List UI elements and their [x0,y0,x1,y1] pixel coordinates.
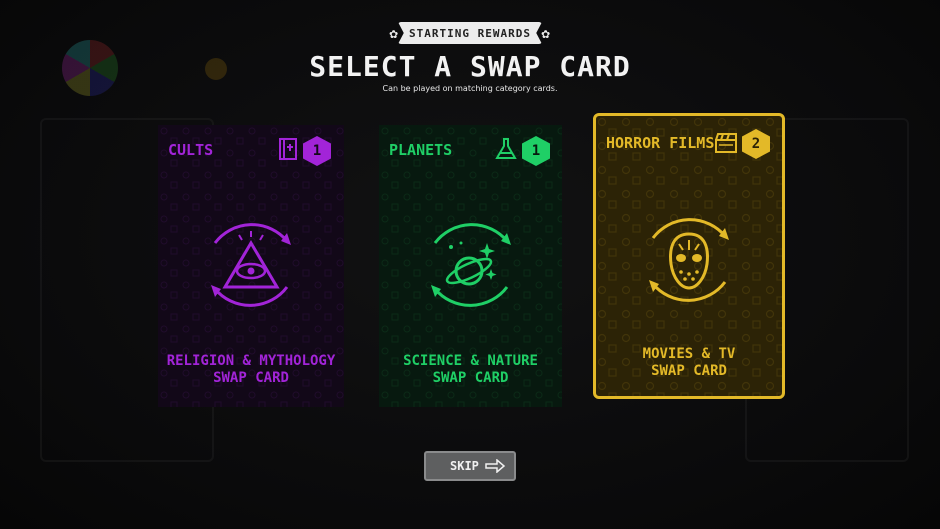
clapperboard-icon [715,133,737,153]
card-description-line2: SWAP CARD [651,363,727,379]
page-title: SELECT A SWAP CARD [309,50,631,83]
card-description-line2: SWAP CARD [432,370,509,386]
card-description-line1: RELIGION & MYTHOLOGY [166,353,336,369]
swap-card-cults[interactable]: CULTS 1 RELIGION & MYTHOLOGY SWAP CARD [158,125,344,407]
card-category-name: PLANETS [389,141,453,159]
skip-button-label: SKIP [450,459,479,473]
banner-flourish-right: ✿ [541,28,551,41]
card-description: SCIENCE & NATURE SWAP CARD [379,353,562,387]
swap-card-planets[interactable]: PLANETS 1 SCIENCE & NATURE SWAP CARD [379,125,562,407]
hockey-mask-icon [649,218,729,302]
card-description: RELIGION & MYTHOLOGY SWAP CARD [158,353,344,387]
skip-button[interactable]: SKIP [424,451,516,481]
swap-card-horror-films[interactable]: HORROR FILMS 2 MOVIES & TV SWAP CARD [593,113,785,399]
flask-icon [495,138,517,159]
book-icon [279,138,297,160]
all-seeing-eye-pyramid-icon [211,223,291,307]
banner-flourish-left: ✿ [389,28,399,41]
card-category-name: CULTS [168,141,214,159]
starting-rewards-banner: STARTING REWARDS [398,22,542,44]
page-subtitle: Can be played on matching category cards… [382,84,558,93]
arrow-right-icon [485,459,506,473]
card-description-line2: SWAP CARD [213,370,289,386]
card-category-name: HORROR FILMS [606,134,715,152]
card-description-line1: SCIENCE & NATURE [403,353,538,369]
planet-stars-icon [431,223,511,307]
card-description: MOVIES & TV SWAP CARD [596,346,782,380]
card-description-line1: MOVIES & TV [642,346,736,362]
